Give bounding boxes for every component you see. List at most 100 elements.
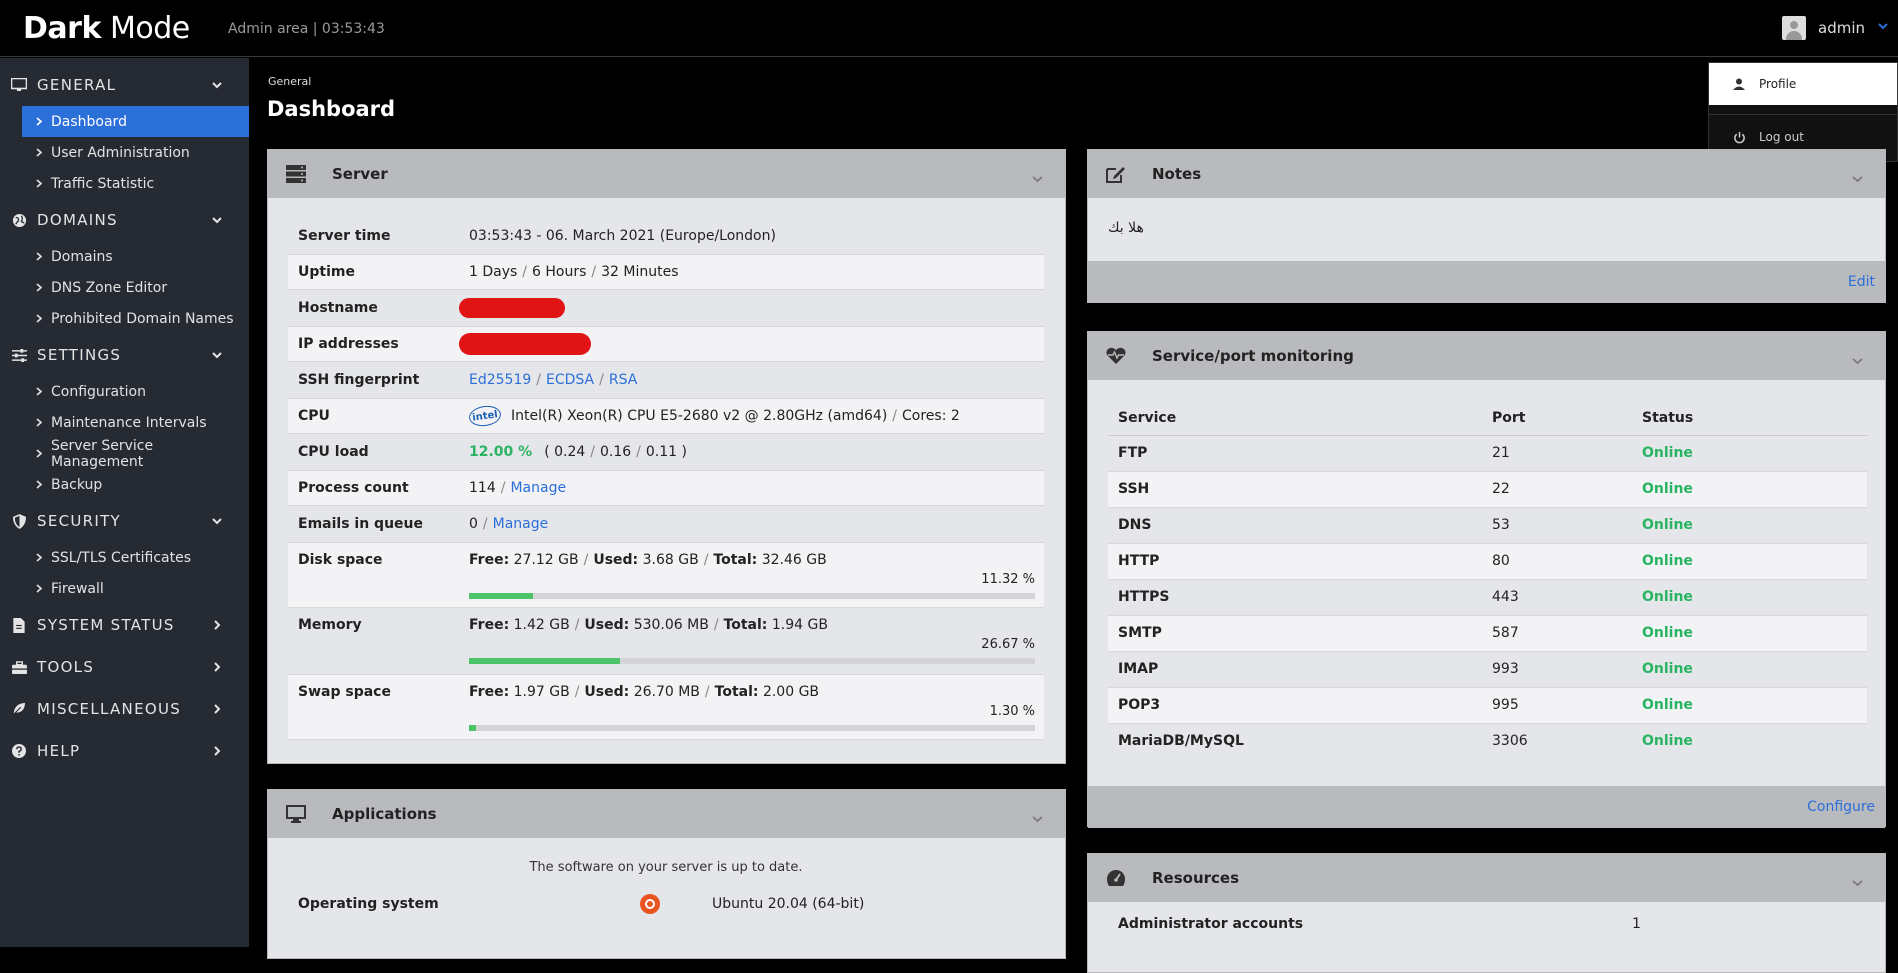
sidebar-item-dns-zone-editor[interactable]: DNS Zone Editor (22, 272, 249, 303)
sidebar-item-domains[interactable]: Domains (22, 241, 249, 272)
chevron-right-icon (211, 619, 223, 631)
table-row: MariaDB/MySQL3306Online (1108, 723, 1867, 759)
breadcrumb[interactable]: General (268, 75, 311, 88)
table-header-row: Service Port Status (1108, 401, 1867, 435)
swap-pct: 1.30 % (469, 704, 1035, 719)
table-row: IMAP993Online (1108, 651, 1867, 687)
swap-free: 1.97 GB (514, 684, 570, 700)
nav-section-general[interactable]: GENERAL (0, 64, 249, 106)
brand-logo[interactable]: Dark Mode (23, 11, 190, 46)
brand-rest: Mode (110, 11, 190, 46)
sidebar-item-dashboard[interactable]: Dashboard (22, 106, 249, 137)
sidebar-item-user-administration[interactable]: User Administration (22, 137, 249, 168)
edit-notes-link[interactable]: Edit (1848, 274, 1875, 290)
sidebar-item-firewall[interactable]: Firewall (22, 573, 249, 604)
user-menu-toggle[interactable]: admin (1782, 16, 1889, 40)
table-row: FTP21Online (1108, 435, 1867, 471)
chevron-down-icon[interactable] (1032, 169, 1043, 187)
chevron-right-icon (36, 314, 44, 323)
nav-section-system-status[interactable]: SYSTEM STATUS (0, 604, 249, 646)
service-name: SMTP (1108, 615, 1482, 651)
top-bar: Dark Mode Admin area | 03:53:43 admin (0, 0, 1898, 57)
sidebar-item-traffic-statistic[interactable]: Traffic Statistic (22, 168, 249, 199)
swap-used: 26.70 MB (634, 684, 700, 700)
chevron-down-icon[interactable] (1032, 809, 1043, 827)
chevron-down-icon[interactable] (1852, 351, 1863, 369)
cpu-value: Intel(R) Xeon(R) CPU E5-2680 v2 @ 2.80GH… (511, 408, 887, 424)
mem-used: 530.06 MB (634, 617, 709, 633)
ssh-ed25519-link[interactable]: Ed25519 (469, 372, 531, 388)
chevron-down-icon[interactable] (1852, 169, 1863, 187)
applications-panel-header[interactable]: Applications (268, 790, 1065, 838)
mem-total: 1.94 GB (772, 617, 828, 633)
os-value: Ubuntu 20.04 (64-bit) (712, 896, 864, 912)
used-label: Used: (584, 617, 629, 633)
software-uptodate-message: The software on your server is up to dat… (288, 860, 1044, 882)
chevron-down-icon (211, 79, 223, 91)
configure-monitoring-link[interactable]: Configure (1807, 799, 1875, 815)
emails-row: Emails in queue0/Manage (288, 506, 1044, 542)
nav-section-domains[interactable]: DOMAINS (0, 199, 249, 241)
row-label: CPU load (298, 444, 469, 460)
ssh-rsa-link[interactable]: RSA (609, 372, 637, 388)
nav-section-help[interactable]: HELP (0, 730, 249, 772)
cpu-load-pct: 12.00 % (469, 444, 532, 460)
avatar (1782, 16, 1806, 40)
sidebar-item-backup[interactable]: Backup (22, 469, 249, 500)
sidebar-item-label: User Administration (51, 145, 190, 161)
cpu-load-15: 0.11 ) (646, 444, 687, 460)
manage-processes-link[interactable]: Manage (510, 480, 566, 496)
disk-pct: 11.32 % (469, 572, 1035, 587)
resources-panel-header[interactable]: Resources (1088, 854, 1885, 902)
process-count: 114 (469, 480, 496, 496)
chevron-right-icon (36, 283, 44, 292)
sidebar-item-label: Firewall (51, 581, 104, 597)
nav-section-miscellaneous[interactable]: MISCELLANEOUS (0, 688, 249, 730)
total-label: Total: (724, 617, 768, 633)
sidebar-item-prohibited-domain-names[interactable]: Prohibited Domain Names (22, 303, 249, 334)
sidebar-item-configuration[interactable]: Configuration (22, 376, 249, 407)
service-port: 22 (1482, 471, 1632, 507)
row-label: Hostname (298, 300, 469, 316)
chevron-right-icon (36, 117, 44, 126)
chevron-right-icon (211, 745, 223, 757)
sidebar-item-server-service-management[interactable]: Server Service Management (22, 438, 249, 469)
nav-section-tools[interactable]: TOOLS (0, 646, 249, 688)
panel-title: Resources (1152, 869, 1239, 887)
service-port: 587 (1482, 615, 1632, 651)
manage-emails-link[interactable]: Manage (493, 516, 549, 532)
service-status: Online (1632, 435, 1867, 471)
chevron-right-icon (36, 553, 44, 562)
ssh-ecdsa-link[interactable]: ECDSA (546, 372, 594, 388)
globe-icon (10, 213, 28, 228)
server-panel-header[interactable]: Server (268, 150, 1065, 198)
nav-section-settings[interactable]: SETTINGS (0, 334, 249, 376)
service-status: Online (1632, 507, 1867, 543)
nav-section-label: SECURITY (37, 512, 121, 530)
chevron-down-icon (211, 349, 223, 361)
table-row: HTTPS443Online (1108, 579, 1867, 615)
notes-panel-header[interactable]: Notes (1088, 150, 1885, 198)
sidebar-item-maintenance-intervals[interactable]: Maintenance Intervals (22, 407, 249, 438)
cpu-load-5: 0.16 (600, 444, 631, 460)
row-label: CPU (298, 408, 469, 424)
total-label: Total: (713, 552, 757, 568)
ubuntu-icon (640, 894, 660, 914)
monitoring-panel-header[interactable]: Service/port monitoring (1088, 332, 1885, 380)
nav-section-security[interactable]: SECURITY (0, 500, 249, 542)
uptime-minutes: 32 Minutes (601, 264, 678, 280)
chevron-down-icon[interactable] (1852, 873, 1863, 891)
disk-row: Disk space Free: 27.12 GB/Used: 3.68 GB/… (288, 542, 1044, 608)
sliders-icon (10, 349, 28, 362)
table-row: DNS53Online (1108, 507, 1867, 543)
sidebar-item-ssl-tls-certificates[interactable]: SSL/TLS Certificates (22, 542, 249, 573)
service-name: MariaDB/MySQL (1108, 723, 1482, 759)
chevron-down-icon (211, 515, 223, 527)
help-icon (10, 744, 28, 758)
sidebar-item-label: Server Service Management (51, 438, 249, 470)
free-label: Free: (469, 684, 509, 700)
col-status: Status (1632, 401, 1867, 435)
disk-used: 3.68 GB (643, 552, 699, 568)
service-name: SSH (1108, 471, 1482, 507)
service-status: Online (1632, 651, 1867, 687)
